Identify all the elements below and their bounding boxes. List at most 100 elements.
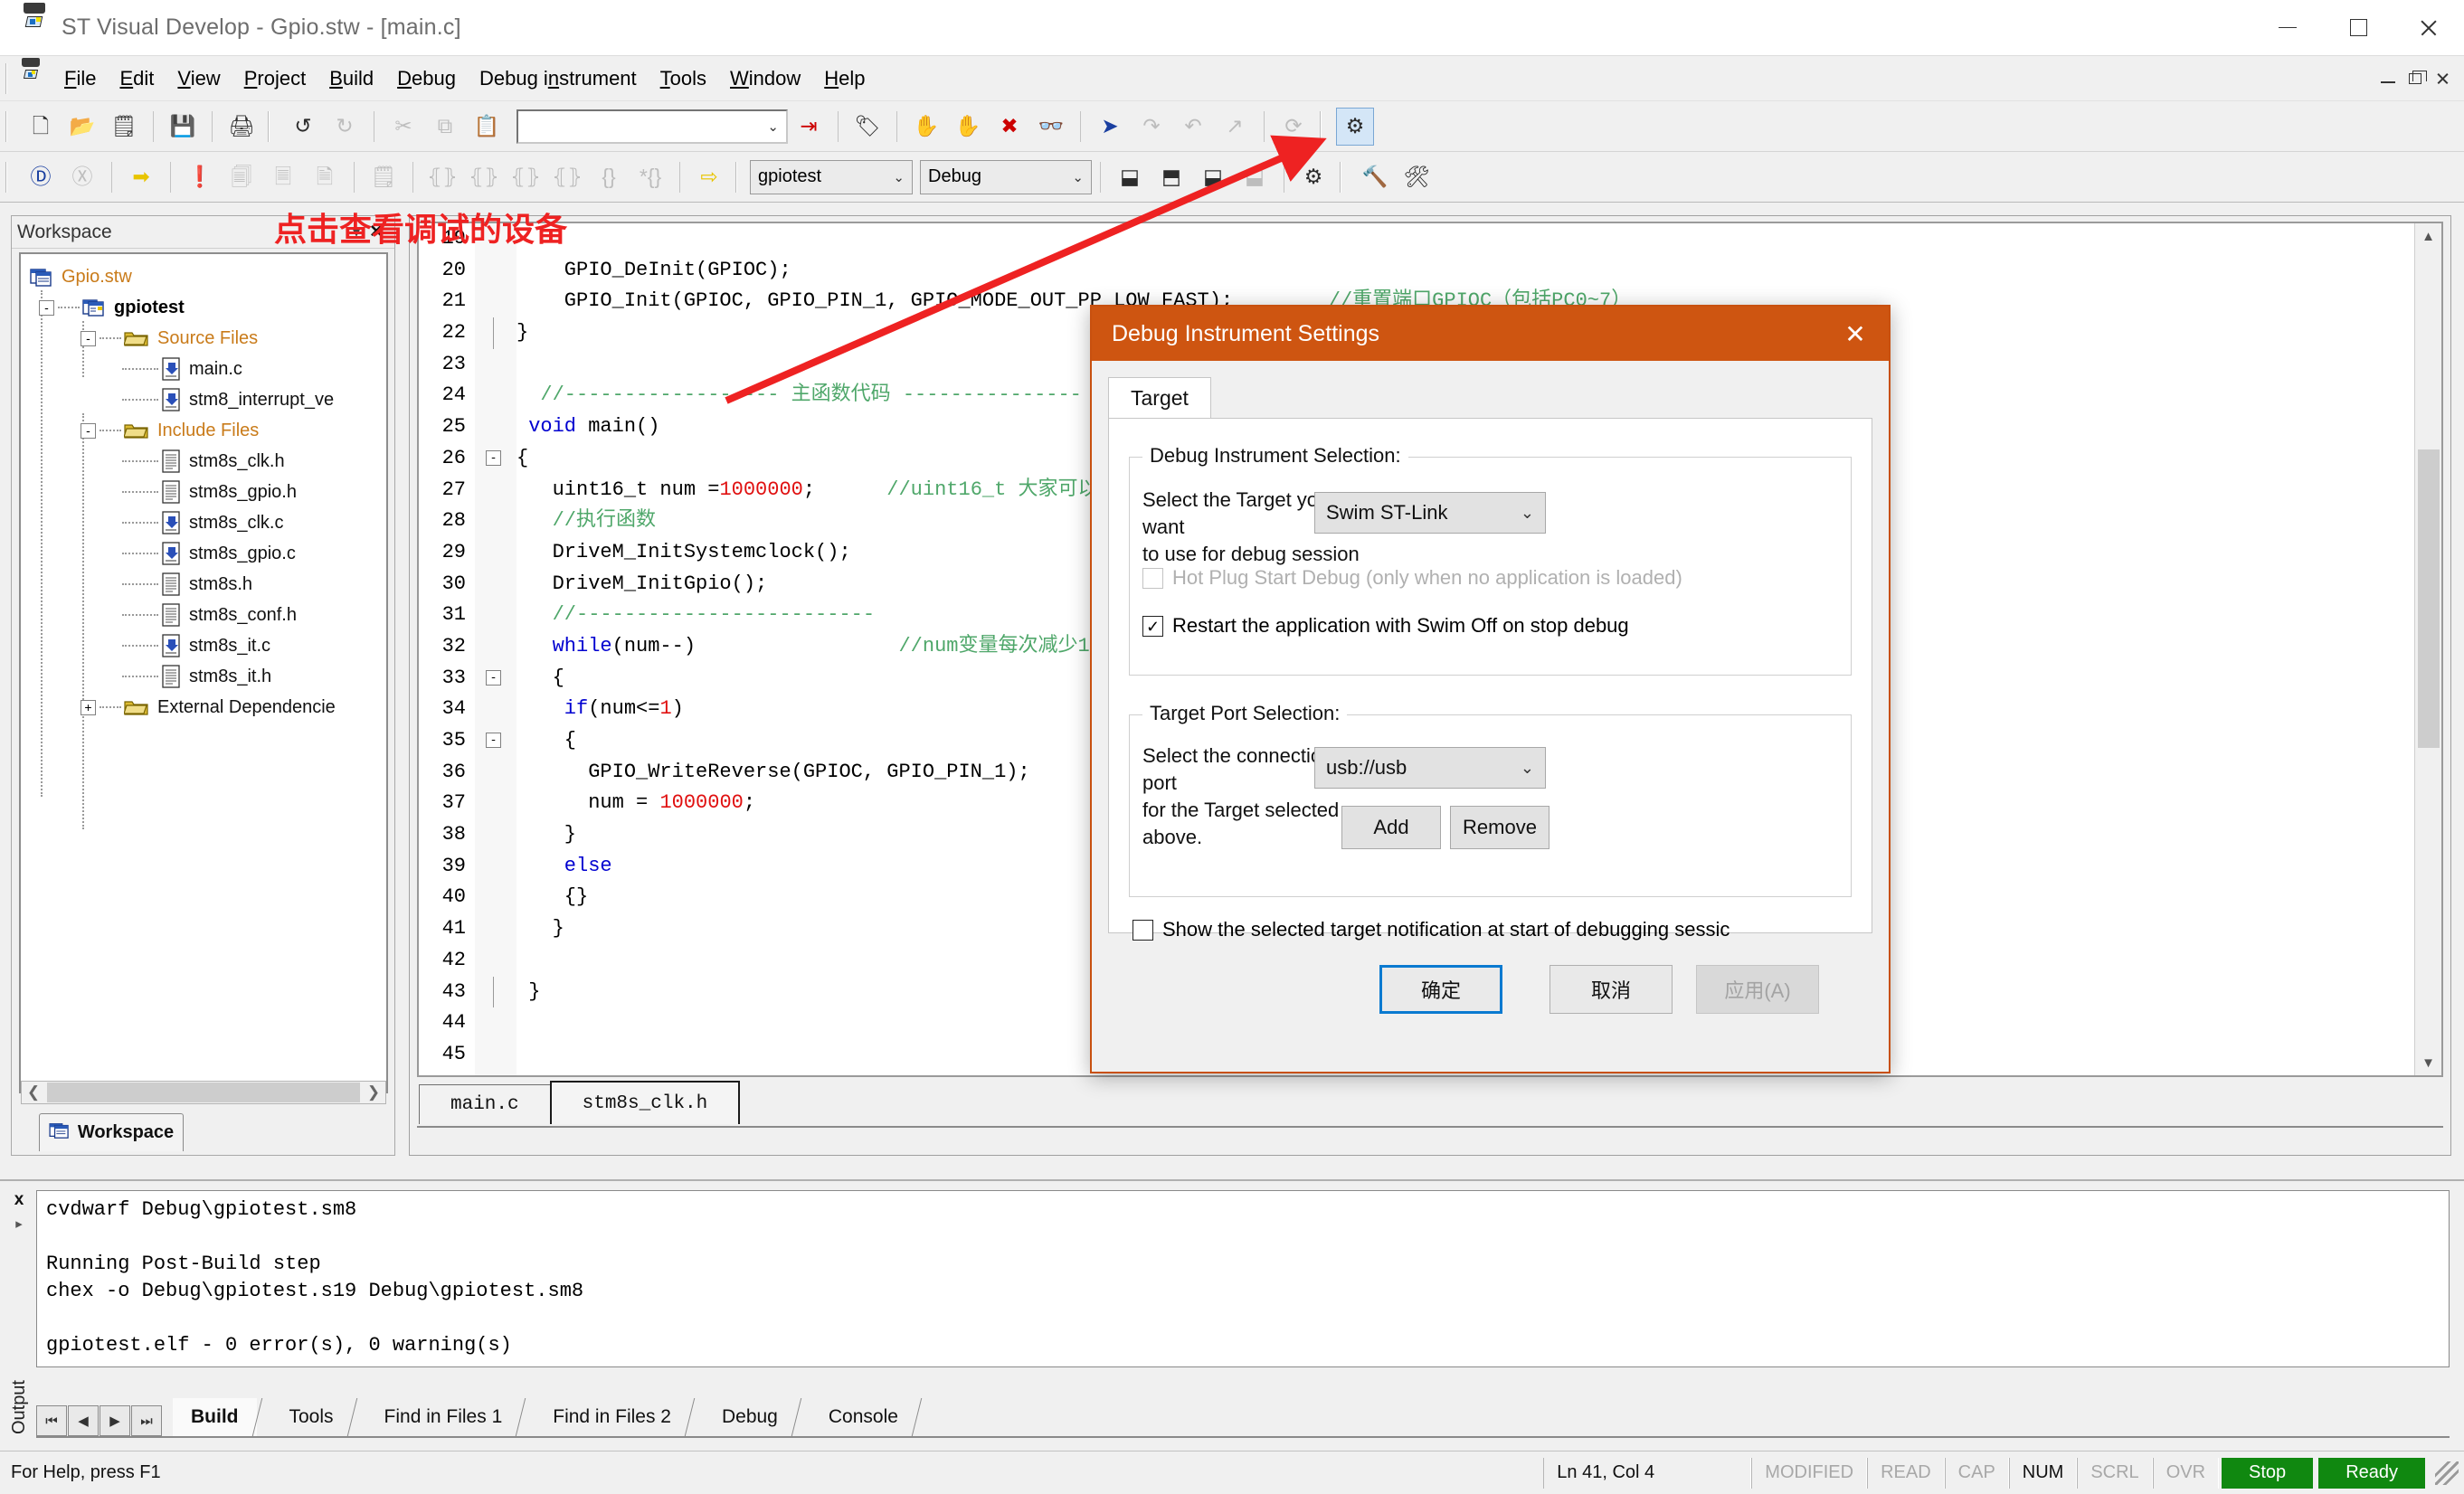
fold-gutter[interactable]: [475, 977, 516, 1008]
tree-item-stm8s-it-c[interactable]: stm8s_it.c: [26, 630, 386, 661]
fold-gutter[interactable]: [475, 255, 516, 287]
menu-edit[interactable]: Edit: [108, 65, 166, 92]
save-icon[interactable]: 💾: [164, 108, 202, 146]
menu-window[interactable]: Window: [718, 65, 812, 92]
tree-item-stm8s-h[interactable]: stm8s.h: [26, 569, 386, 600]
fold-gutter[interactable]: -: [475, 663, 516, 695]
fold-toggle-icon[interactable]: -: [486, 450, 501, 466]
ok-button[interactable]: 确定: [1379, 965, 1502, 1014]
toolbar2-grip-3[interactable]: [1340, 162, 1349, 193]
remove-all-breakpoints-icon[interactable]: ✖: [990, 108, 1028, 146]
fold-toggle-icon[interactable]: -: [486, 670, 501, 686]
clean-icon[interactable]: ⬓: [1236, 158, 1274, 196]
output-tab-build[interactable]: Build: [173, 1398, 257, 1436]
apply-button[interactable]: 应用(A): [1696, 965, 1819, 1014]
stop-build-icon[interactable]: ❗: [181, 158, 219, 196]
window-minimize-button[interactable]: [2252, 0, 2323, 56]
continue-icon[interactable]: ➡: [122, 158, 160, 196]
scroll-up-icon[interactable]: ▲: [2415, 223, 2441, 249]
menu-view[interactable]: View: [166, 65, 232, 92]
fold-gutter[interactable]: [475, 475, 516, 506]
print-icon[interactable]: 🖨: [223, 108, 261, 146]
tree-item-external-dependencies[interactable]: + External Dependencie: [26, 692, 386, 723]
debug-instrument-settings-icon[interactable]: ⚙: [1336, 108, 1374, 146]
scroll-thumb[interactable]: [2418, 449, 2440, 748]
cancel-button[interactable]: 取消: [1549, 965, 1673, 1014]
nav-prev-button[interactable]: ◀: [68, 1405, 99, 1436]
cut-icon[interactable]: ✂: [384, 108, 422, 146]
scroll-thumb[interactable]: [47, 1083, 360, 1102]
tree-item-main-c[interactable]: main.c: [26, 354, 386, 384]
fold-gutter[interactable]: [475, 380, 516, 411]
tree-toggle-icon[interactable]: +: [81, 700, 96, 715]
config-combo[interactable]: Debug ⌄: [920, 160, 1092, 194]
port-combo[interactable]: usb://usb ⌄: [1314, 747, 1546, 789]
toolbar1-grip-2[interactable]: [268, 111, 277, 142]
mdi-close-button[interactable]: [2430, 67, 2455, 90]
fold-gutter[interactable]: [475, 757, 516, 789]
output-tab-console[interactable]: Console: [810, 1398, 916, 1436]
resize-grip-icon[interactable]: [2435, 1461, 2459, 1485]
window-maximize-button[interactable]: [2323, 0, 2393, 56]
show-target-notification-checkbox[interactable]: Show the selected target notification at…: [1132, 918, 1730, 941]
toolbar2-grip-2[interactable]: [735, 162, 744, 193]
add-button[interactable]: Add: [1341, 806, 1441, 849]
scroll-right-icon[interactable]: ❯: [362, 1083, 385, 1102]
fold-gutter[interactable]: -: [475, 443, 516, 475]
fold-gutter[interactable]: -: [475, 725, 516, 757]
restart-application-checkbox[interactable]: ✓ Restart the application with Swim Off …: [1142, 614, 1629, 638]
fold-gutter[interactable]: [475, 913, 516, 945]
output-tab-tools[interactable]: Tools: [271, 1398, 352, 1436]
fold-gutter[interactable]: [475, 286, 516, 317]
tree-item-gpiotest[interactable]: - gpiotest: [26, 292, 386, 323]
open-file-icon[interactable]: 📂: [63, 108, 101, 146]
batch-build-icon[interactable]: 🗒: [365, 158, 403, 196]
compile-icon[interactable]: 🗐: [223, 158, 261, 196]
insert-breakpoint-icon[interactable]: ✋: [907, 108, 945, 146]
fold-toggle-icon[interactable]: -: [486, 733, 501, 748]
output-tab-find-in-files-1[interactable]: Find in Files 1: [366, 1398, 521, 1436]
stop-debug-icon[interactable]: Ⓧ: [63, 158, 101, 196]
settings-icon[interactable]: ⚙: [1294, 158, 1332, 196]
editor-tab-main-c[interactable]: main.c: [419, 1084, 551, 1124]
menu-build[interactable]: Build: [317, 65, 385, 92]
workspace-tab[interactable]: Workspace: [39, 1113, 184, 1151]
hot-plug-start-debug-checkbox[interactable]: Hot Plug Start Debug (only when no appli…: [1142, 566, 1682, 590]
fold-gutter[interactable]: [475, 317, 516, 349]
paste-icon[interactable]: 📋: [468, 108, 506, 146]
nav-first-button[interactable]: ⏮: [36, 1405, 67, 1436]
find-in-files-icon[interactable]: ⇥: [790, 108, 828, 146]
redo-icon[interactable]: ↻: [326, 108, 364, 146]
start-debug-icon[interactable]: Ⓓ: [22, 158, 60, 196]
tree-item-stm8s-it-h[interactable]: stm8s_it.h: [26, 661, 386, 692]
fold-gutter[interactable]: [475, 537, 516, 569]
menu-project[interactable]: Project: [232, 65, 317, 92]
menu-file[interactable]: File: [52, 65, 108, 92]
nav-next-button[interactable]: ▶: [100, 1405, 130, 1436]
tree-item-stm8s-clk-c[interactable]: stm8s_clk.c: [26, 507, 386, 538]
close-icon[interactable]: x: [14, 1190, 24, 1210]
output-tab-debug[interactable]: Debug: [704, 1398, 796, 1436]
copy-icon[interactable]: ⧉: [426, 108, 464, 146]
rebuild-all-icon[interactable]: 🗎: [306, 158, 344, 196]
fold-gutter[interactable]: [475, 506, 516, 537]
toolbar1-grip[interactable]: [5, 111, 14, 142]
menubar-grip[interactable]: [5, 63, 14, 94]
brace-match-4-icon[interactable]: ⦃⦄: [548, 158, 586, 196]
build-project-icon[interactable]: ⬓: [1111, 158, 1149, 196]
tree-item-stm8s-gpio-c[interactable]: stm8s_gpio.c: [26, 538, 386, 569]
fold-gutter[interactable]: [475, 1071, 516, 1075]
run-icon[interactable]: ➤: [1091, 108, 1129, 146]
close-file-icon[interactable]: 🗒: [105, 108, 143, 146]
nav-last-button[interactable]: ⏭: [131, 1405, 162, 1436]
tree-item-include-files[interactable]: - Include Files: [26, 415, 386, 446]
fold-gutter[interactable]: [475, 631, 516, 663]
output-tab-find-in-files-2[interactable]: Find in Files 2: [535, 1398, 689, 1436]
toolbar2-grip[interactable]: [5, 162, 14, 193]
fold-gutter[interactable]: [475, 945, 516, 977]
brace-match-1-icon[interactable]: ⦃⦄: [423, 158, 461, 196]
fold-gutter[interactable]: [475, 882, 516, 913]
tree-item-stm8s-clk-h[interactable]: stm8s_clk.h: [26, 446, 386, 477]
step-into-icon[interactable]: ↶: [1174, 108, 1212, 146]
tree-item-stm8s-gpio-h[interactable]: stm8s_gpio.h: [26, 477, 386, 507]
